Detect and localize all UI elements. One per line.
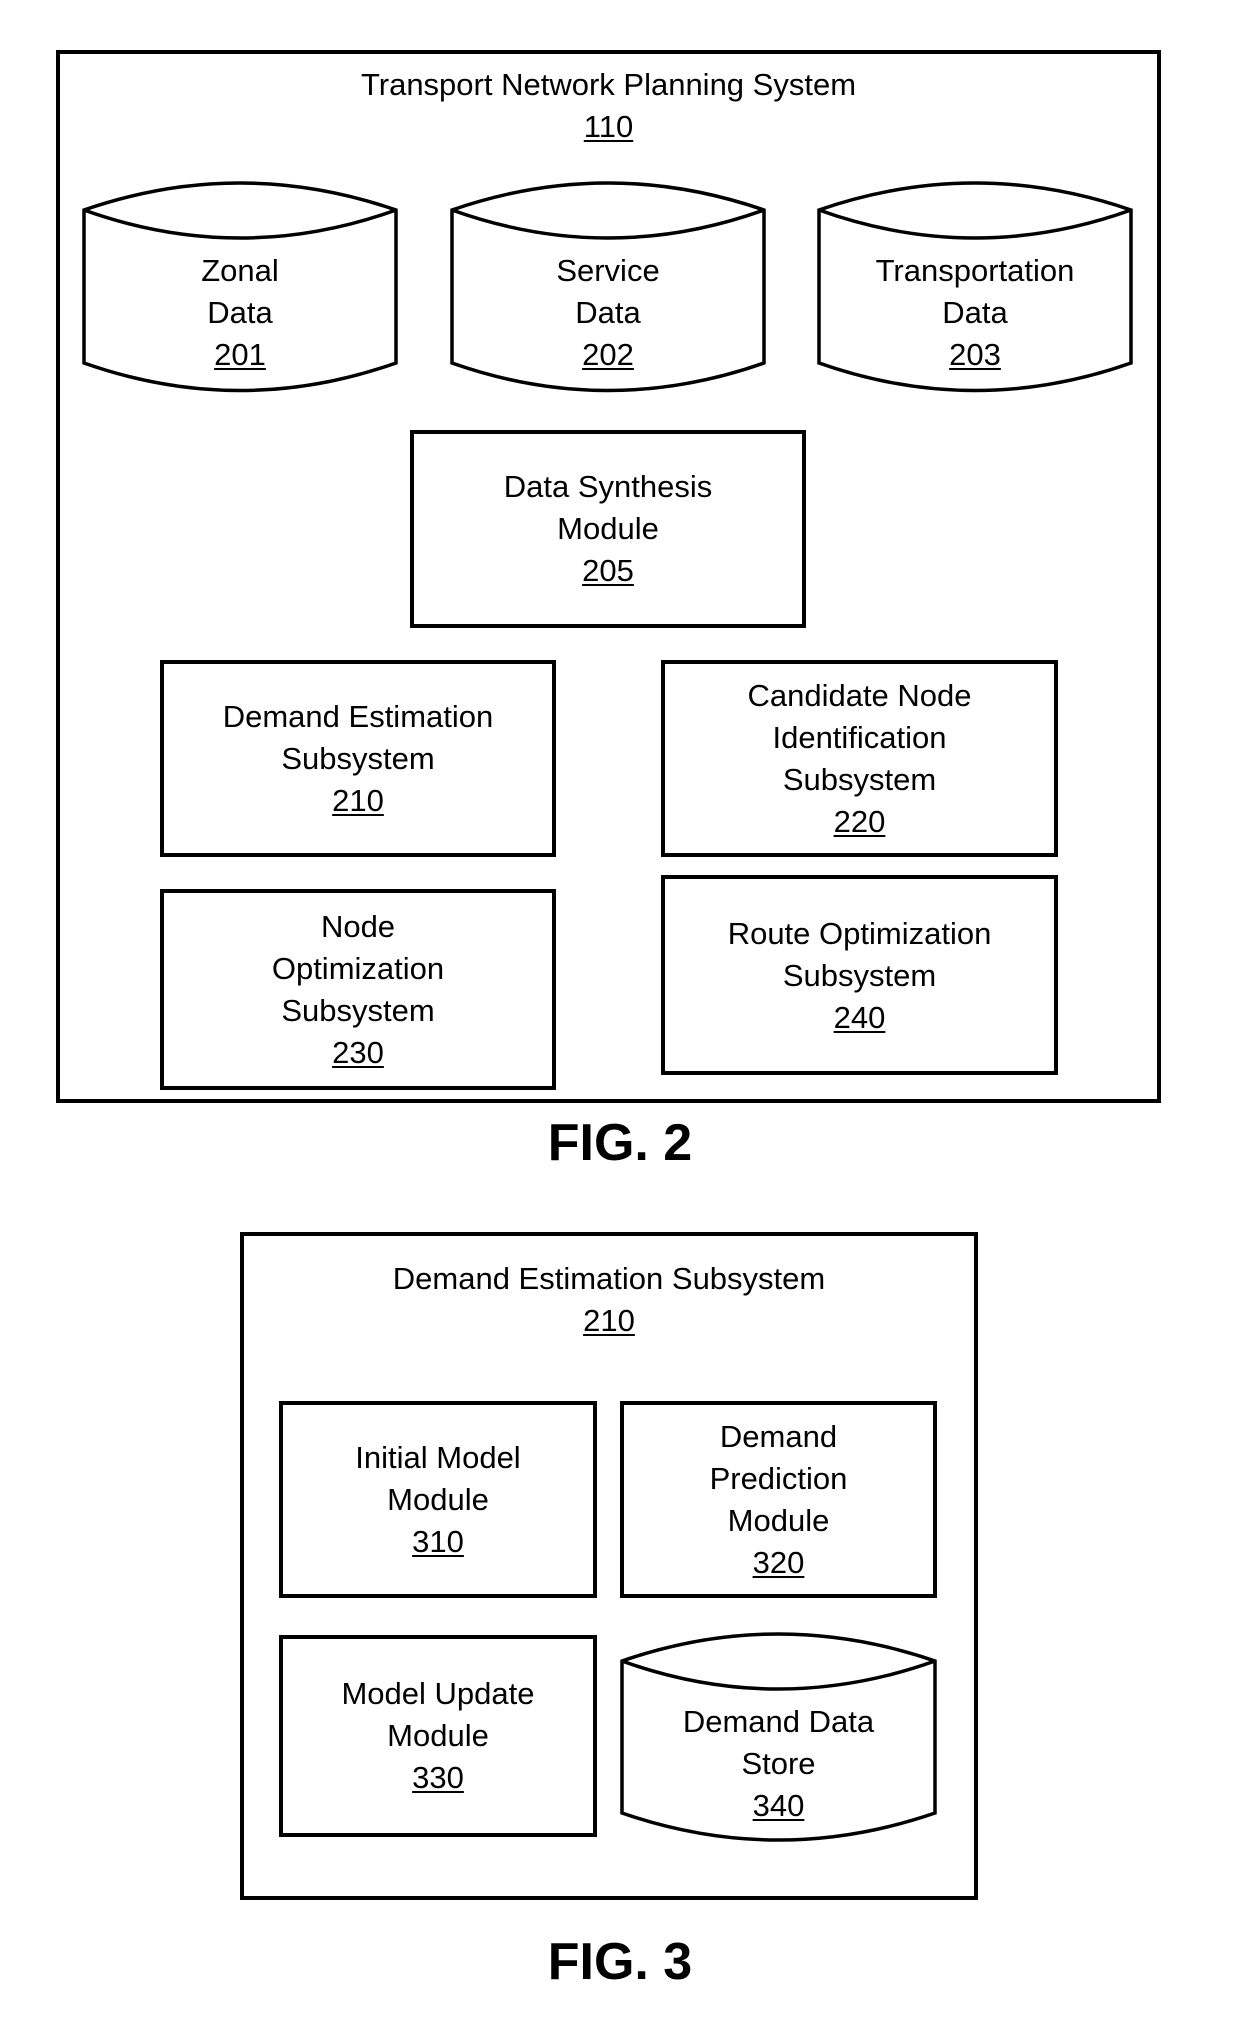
module-line: Model Update bbox=[341, 1676, 535, 1711]
subsystem-line: Subsystem bbox=[281, 993, 435, 1028]
candidate-node-identification-subsystem: Candidate Node Identification Subsystem … bbox=[661, 660, 1058, 857]
initial-model-module: Initial Model Module 310 bbox=[279, 1401, 597, 1598]
data-store-line: Data bbox=[942, 295, 1008, 330]
data-store-ref: 201 bbox=[214, 337, 266, 372]
module-line: Data Synthesis bbox=[503, 469, 713, 504]
data-store-line: Service bbox=[556, 253, 660, 288]
system-title: Transport Network Planning System bbox=[360, 67, 857, 102]
route-optimization-subsystem: Route Optimization Subsystem 240 bbox=[661, 875, 1058, 1075]
subsystem-title: Demand Estimation Subsystem bbox=[392, 1261, 826, 1296]
data-store-line: Zonal bbox=[201, 253, 279, 288]
data-store-line: Transportation bbox=[875, 253, 1075, 288]
module-line: Module bbox=[387, 1718, 489, 1753]
figure-caption-2: FIG. 2 bbox=[547, 1114, 693, 1172]
data-synthesis-module: Data Synthesis Module 205 bbox=[410, 430, 806, 628]
subsystem-line: Optimization bbox=[271, 951, 445, 986]
module-line: Prediction bbox=[709, 1461, 848, 1496]
data-store-line: Data bbox=[575, 295, 641, 330]
module-line: Demand bbox=[719, 1419, 838, 1454]
module-ref: 205 bbox=[582, 553, 634, 588]
data-store-line: Data bbox=[207, 295, 273, 330]
subsystem-ref: 240 bbox=[833, 1000, 886, 1035]
node-optimization-subsystem: Node Optimization Subsystem 230 bbox=[160, 889, 556, 1090]
module-ref: 310 bbox=[412, 1524, 464, 1559]
module-line: Initial Model bbox=[355, 1440, 521, 1475]
subsystem-ref: 220 bbox=[833, 804, 886, 839]
module-ref: 320 bbox=[752, 1545, 805, 1580]
data-store-transportation-data: Transportation Data 203 bbox=[817, 181, 1133, 394]
subsystem-line: Node bbox=[320, 909, 396, 944]
data-store-zonal-data: Zonal Data 201 bbox=[82, 181, 398, 394]
data-store-ref: 340 bbox=[752, 1788, 805, 1823]
data-store-ref: 202 bbox=[582, 337, 634, 372]
data-store-service-data: Service Data 202 bbox=[450, 181, 766, 394]
subsystem-ref: 210 bbox=[583, 1303, 635, 1338]
figure-caption-3: FIG. 3 bbox=[547, 1933, 693, 1991]
demand-prediction-module: Demand Prediction Module 320 bbox=[620, 1401, 937, 1598]
system-ref: 110 bbox=[583, 109, 634, 144]
subsystem-ref: 230 bbox=[332, 1035, 384, 1070]
data-store-ref: 203 bbox=[949, 337, 1001, 372]
module-line: Module bbox=[387, 1482, 489, 1517]
module-ref: 330 bbox=[412, 1760, 464, 1795]
subsystem-line: Subsystem bbox=[782, 762, 937, 797]
data-store-line: Demand Data bbox=[682, 1704, 875, 1739]
module-line: Module bbox=[727, 1503, 830, 1538]
model-update-module: Model Update Module 330 bbox=[279, 1635, 597, 1837]
system-label: Transport Network Planning System 110 bbox=[60, 64, 1157, 148]
subsystem-ref: 210 bbox=[332, 783, 384, 818]
module-line: Module bbox=[557, 511, 659, 546]
subsystem-line: Identification bbox=[772, 720, 947, 755]
demand-estimation-subsystem: Demand Estimation Subsystem 210 bbox=[160, 660, 556, 857]
subsystem-line: Candidate Node bbox=[747, 678, 972, 713]
demand-data-store: Demand Data Store 340 bbox=[620, 1631, 937, 1843]
subsystem-line: Route Optimization bbox=[727, 916, 992, 951]
subsystem-line: Demand Estimation bbox=[222, 699, 494, 734]
subsystem-line: Subsystem bbox=[782, 958, 937, 993]
subsystem-line: Subsystem bbox=[281, 741, 435, 776]
data-store-line: Store bbox=[741, 1746, 816, 1781]
